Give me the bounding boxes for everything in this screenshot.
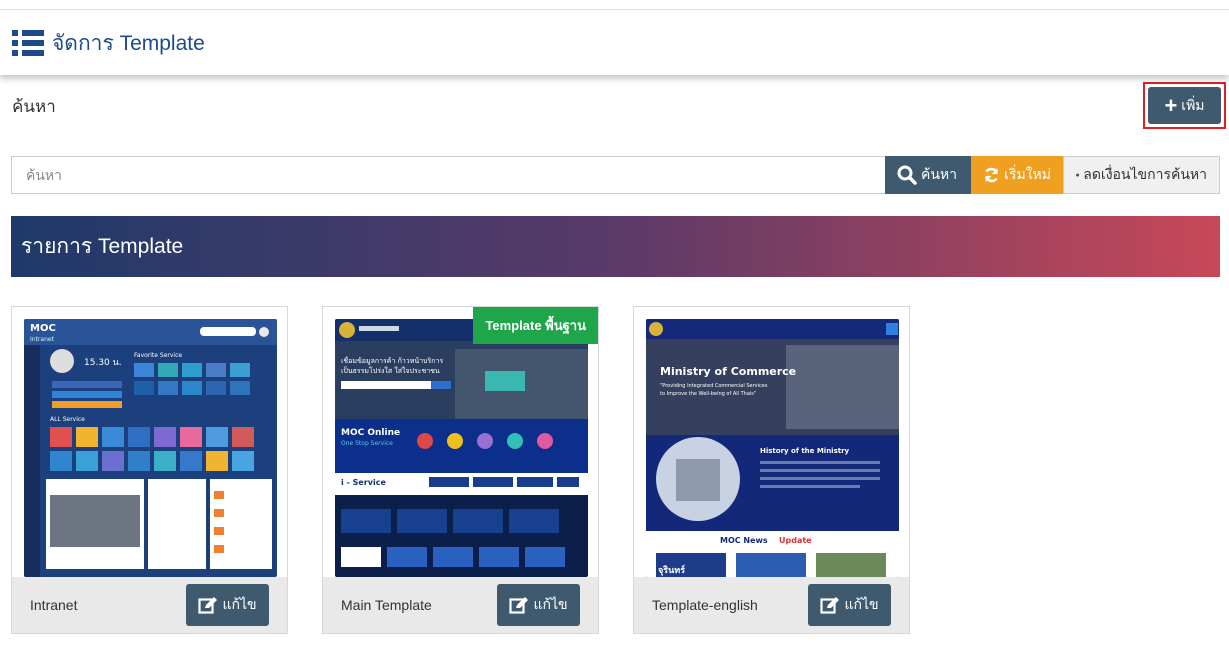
svg-text:ALL Service: ALL Service [50, 416, 85, 423]
template-card-footer: Main Template แก้ไข [323, 577, 598, 633]
template-thumbnail-english[interactable]: Ministry of Commerce "Providing Integrat… [646, 319, 899, 577]
search-button-label: ค้นหา [921, 166, 958, 182]
search-icon [897, 165, 917, 185]
search-button[interactable]: ค้นหา [885, 156, 971, 194]
list-icon [12, 29, 44, 57]
main-template-preview-image: เชื่อมข้อมูลการค้า ก้าวหน้าบริการ เป็นธร… [335, 319, 588, 577]
edit-button-main-template[interactable]: แก้ไข [497, 584, 580, 626]
minus-circle-icon [1076, 173, 1080, 177]
template-card-english: Ministry of Commerce "Providing Integrat… [633, 306, 910, 634]
svg-text:to Improve the Well-being of A: to Improve the Well-being of All Thais" [660, 391, 756, 397]
page-title: จัดการ Template [52, 31, 205, 55]
search-bar: ค้นหา เริ่มใหม่ ลดเงื่อนไขการค้นหา [11, 156, 1220, 194]
template-list-title: รายการ Template [21, 235, 184, 258]
svg-text:เชื่อมข้อมูลการค้า ก้าวหน้าบริ: เชื่อมข้อมูลการค้า ก้าวหน้าบริการ [341, 356, 443, 365]
svg-text:i - Service: i - Service [341, 478, 386, 487]
template-card-main: Template พื้นฐาน เชื่อมข้อมูลการค้า ก้าว… [322, 306, 599, 634]
svg-text:15.30 น.: 15.30 น. [84, 358, 122, 368]
template-list-banner: รายการ Template [11, 216, 1220, 277]
refresh-icon [985, 167, 998, 183]
svg-text:Intranet: Intranet [30, 336, 55, 343]
plus-icon: + [1164, 92, 1178, 118]
edit-button-intranet[interactable]: แก้ไข [186, 584, 269, 626]
page-header: จัดการ Template [0, 11, 1229, 75]
search-section-label: ค้นหา [12, 97, 56, 116]
default-template-badge: Template พื้นฐาน [473, 307, 598, 344]
svg-text:จุรินทร์: จุรินทร์ [658, 564, 685, 576]
template-card-footer: Template-english แก้ไข [634, 577, 909, 633]
svg-text:Favorite Service: Favorite Service [134, 352, 182, 359]
svg-text:History of the Ministry: History of the Ministry [760, 447, 850, 455]
template-name: Intranet [30, 597, 78, 613]
intranet-preview-image: MOC Intranet 15.30 น. Favorite Service A… [24, 319, 277, 577]
edit-button-label: แก้ไข [844, 596, 879, 612]
svg-text:"Providing Integrated Commerci: "Providing Integrated Commercial Service… [660, 383, 768, 389]
add-button-highlight: + เพิ่ม [1143, 82, 1226, 129]
edit-icon [820, 597, 840, 614]
edit-button-label: แก้ไข [222, 596, 257, 612]
reset-button-label: เริ่มใหม่ [1004, 166, 1051, 182]
top-strip [0, 0, 1229, 10]
edit-icon [509, 597, 529, 614]
edit-button-label: แก้ไข [533, 596, 568, 612]
template-card-intranet: MOC Intranet 15.30 น. Favorite Service A… [11, 306, 288, 634]
template-name: Main Template [341, 597, 432, 613]
svg-text:Ministry of Commerce: Ministry of Commerce [660, 365, 796, 378]
template-thumbnail-intranet[interactable]: MOC Intranet 15.30 น. Favorite Service A… [24, 319, 277, 577]
english-template-preview-image: Ministry of Commerce "Providing Integrat… [646, 319, 899, 577]
svg-text:MOC: MOC [30, 323, 56, 334]
search-input[interactable] [11, 156, 885, 194]
svg-text:เป็นธรรมโปร่งใส ใส่ใจประชาชน: เป็นธรรมโปร่งใส ใส่ใจประชาชน [341, 366, 440, 375]
add-button-label: เพิ่ม [1181, 96, 1205, 113]
edit-button-template-english[interactable]: แก้ไข [808, 584, 891, 626]
svg-text:Update: Update [779, 536, 812, 545]
svg-text:One Stop Service: One Stop Service [341, 440, 393, 447]
svg-text:MOC News: MOC News [720, 536, 768, 545]
reduce-conditions-label: ลดเงื่อนไขการค้นหา [1083, 166, 1207, 182]
reduce-conditions-button[interactable]: ลดเงื่อนไขการค้นหา [1063, 156, 1220, 194]
svg-text:MOC Online: MOC Online [341, 428, 400, 438]
template-thumbnail-main[interactable]: เชื่อมข้อมูลการค้า ก้าวหน้าบริการ เป็นธร… [335, 319, 588, 577]
edit-icon [198, 597, 218, 614]
reset-button[interactable]: เริ่มใหม่ [971, 156, 1063, 194]
template-name: Template-english [652, 597, 758, 613]
template-card-footer: Intranet แก้ไข [12, 577, 287, 633]
add-button[interactable]: + เพิ่ม [1148, 87, 1221, 124]
